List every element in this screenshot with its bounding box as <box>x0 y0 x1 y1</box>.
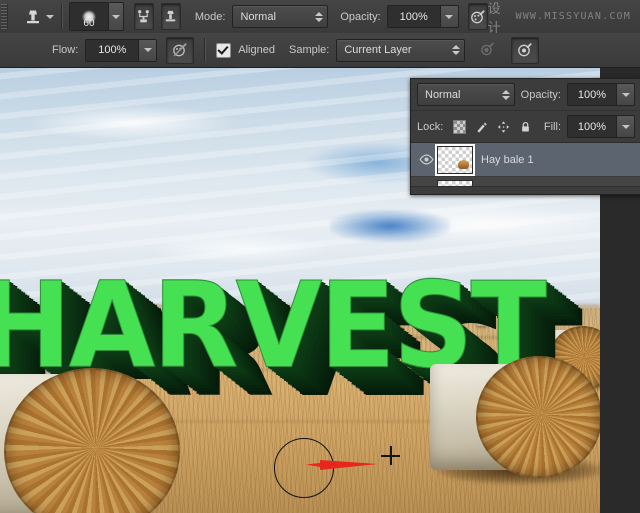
annotation-arrow-icon <box>306 460 378 470</box>
bale-end-face <box>476 356 600 478</box>
lock-image-pixels-icon[interactable] <box>475 120 488 133</box>
layer-visibility-eye-icon[interactable] <box>415 154 437 165</box>
layers-panel-footer <box>411 186 640 194</box>
chevron-down-icon <box>143 48 152 52</box>
clone-source-crosshair-icon <box>381 446 400 465</box>
layer-thumbnail[interactable] <box>437 179 473 186</box>
options-bar-grip[interactable] <box>1 4 9 29</box>
fill-dropdown-caret[interactable] <box>617 115 635 138</box>
hay-bale-right <box>430 356 600 484</box>
flow-label: Flow: <box>52 44 79 56</box>
mode-label: Mode: <box>194 10 226 23</box>
sample-value: Current Layer <box>344 44 412 56</box>
layer-opacity-input[interactable]: 100% <box>567 83 617 106</box>
chevron-down-icon <box>621 124 630 129</box>
layer-row-hay-bale-1[interactable]: Hay bale 1 <box>411 143 640 177</box>
spinner-icon <box>501 89 510 100</box>
options-bar-secondary: Flow: 100% Aligned Sample: Current Layer <box>0 33 640 68</box>
layer-thumbnail[interactable] <box>435 143 475 176</box>
fill-label: Fill: <box>543 120 561 133</box>
chevron-down-icon <box>45 14 54 19</box>
lock-label: Lock: <box>417 120 444 133</box>
sample-select[interactable]: Current Layer <box>336 38 466 62</box>
fill-input[interactable]: 100% <box>567 115 617 138</box>
blue-sky-patch <box>330 210 450 243</box>
layer-opacity-label: Opacity: <box>520 88 561 101</box>
spinner-icon <box>452 45 461 55</box>
flow-dropdown-caret[interactable] <box>139 38 158 62</box>
options-bar-primary: 60 Mode: Normal Opacity: 100% 设计 WWW.MIS… <box>0 0 640 74</box>
photoshop-window: 60 Mode: Normal Opacity: 100% 设计 WWW.MIS… <box>0 0 640 513</box>
layer-name: Hay bale 1 <box>481 153 534 166</box>
hay-bale-left-foreground <box>0 368 180 513</box>
ignore-adjustment-layers-button[interactable] <box>473 37 501 64</box>
opacity-label: Opacity: <box>340 10 381 23</box>
layer-blend-mode-value: Normal <box>425 88 461 101</box>
chevron-down-icon <box>445 14 454 19</box>
opacity-input[interactable]: 100% <box>386 5 441 28</box>
watermark-url: WWW.MISSYUAN.COM <box>515 11 631 22</box>
layer-list[interactable]: Hay bale 1 Hay bale 2 <box>411 143 640 186</box>
clone-stamp-tool-icon[interactable] <box>22 3 44 30</box>
layers-panel: Normal Opacity: 100% Lock: Fill: 100% Ha… <box>410 78 640 195</box>
airbrush-pressure-toggle-button[interactable] <box>166 36 195 64</box>
divider <box>61 4 63 29</box>
tablet-pressure-toggle-button[interactable] <box>511 36 540 64</box>
brush-size-value: 60 <box>83 18 95 29</box>
layers-panel-blend-row: Normal Opacity: 100% <box>411 79 640 111</box>
clone-source-panel-toggle-button[interactable] <box>160 3 181 30</box>
mode-select[interactable]: Normal <box>232 5 329 28</box>
aligned-checkbox[interactable] <box>216 42 232 58</box>
layer-blend-mode-select[interactable]: Normal <box>417 83 515 106</box>
tool-preset-picker-caret[interactable] <box>44 6 55 28</box>
chevron-down-icon <box>111 14 120 19</box>
lock-all-icon[interactable] <box>519 120 532 133</box>
sample-label: Sample: <box>288 44 330 56</box>
layer-row-hay-bale-2[interactable]: Hay bale 2 <box>411 177 640 186</box>
flow-input[interactable]: 100% <box>85 38 140 62</box>
brush-preset-preview[interactable]: 60 <box>68 2 109 31</box>
spinner-icon <box>315 11 324 22</box>
lock-transparent-pixels-icon[interactable] <box>453 119 467 134</box>
lock-position-icon[interactable] <box>497 120 510 133</box>
airbrush-toggle-button[interactable] <box>467 3 488 30</box>
divider <box>204 38 207 62</box>
brush-panel-toggle-button[interactable] <box>133 3 154 30</box>
layer-opacity-dropdown-caret[interactable] <box>617 83 635 106</box>
opacity-dropdown-caret[interactable] <box>440 5 459 28</box>
brush-preset-picker-caret[interactable] <box>108 2 124 31</box>
mode-value: Normal <box>240 10 276 23</box>
aligned-label: Aligned <box>238 44 275 56</box>
chevron-down-icon <box>621 92 630 97</box>
layers-panel-lock-row: Lock: Fill: 100% <box>411 111 640 143</box>
